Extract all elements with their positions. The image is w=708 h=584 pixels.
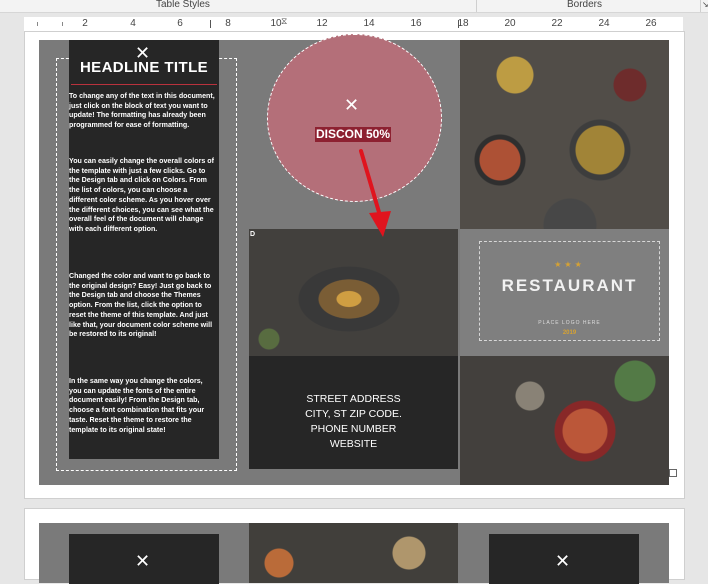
sidebar-panel[interactable]: ✕ HEADLINE TITLE To change any of the te… [69,40,219,459]
ribbon-separator [700,0,701,12]
table-resize-handle[interactable] [669,469,677,477]
ruler-number: 4 [130,18,136,29]
ribbon-separator [476,0,477,12]
star-icon: ★★★ [554,260,585,269]
website[interactable]: WEBSITE [249,437,458,452]
document-page: ✕ HEADLINE TITLE To change any of the te… [24,31,685,499]
ruler-number: 8 [225,18,231,29]
logo-year: 2019 [562,330,577,336]
ruler-number: 20 [504,18,516,29]
phone-number[interactable]: PHONE NUMBER [249,422,458,437]
ruler-number: 6 [177,18,183,29]
logo-subtitle: PLACE LOGO HERE [538,320,601,326]
ruler-number: 26 [645,18,657,29]
ruler-number: 24 [598,18,610,29]
headline-rule [71,84,217,85]
ruler-number: 22 [551,18,563,29]
document-page: ✕ ✕ [24,508,685,584]
sidebar-panel[interactable]: ✕ [69,534,219,584]
discount-label[interactable]: DISCON 50% [315,127,392,142]
spices-photo[interactable] [460,40,669,229]
ribbon-group-labels: Table Styles Borders ↘ [0,0,708,13]
restaurant-logo-text: RESTAURANT [501,276,638,295]
body-paragraph[interactable]: Changed the color and want to go back to… [69,272,215,340]
street-address[interactable]: STREET ADDRESS [249,392,458,407]
indent-marker[interactable]: ⧖ [281,17,287,26]
logo-placeholder[interactable]: ★★★ RESTAURANT PLACE LOGO HERE 2019 [479,241,660,341]
spice-spoon-photo[interactable] [460,356,669,485]
borders-group-label: Borders [567,0,603,10]
noodle-bowl-photo[interactable] [249,229,458,356]
ruler-number: 10 [270,18,282,29]
ruler-number: 14 [363,18,375,29]
red-arrow-annotation [359,149,391,237]
fork-knife-icon: ✕ [555,551,571,571]
ruler-number: 2 [82,18,88,29]
cell-letter: D [250,231,256,238]
address-block[interactable]: STREET ADDRESS CITY, ST ZIP CODE. PHONE … [249,356,458,469]
food-photo[interactable] [249,523,458,583]
ruler-number: 12 [316,18,328,29]
ruler-number: 18 [457,18,469,29]
horizontal-ruler[interactable]: 2 4 6 8 10 12 14 16 18 20 22 24 26 ⧖ [24,17,683,32]
body-paragraph[interactable]: You can easily change the overall colors… [69,157,215,235]
column-marker[interactable] [210,20,211,28]
body-paragraph[interactable]: In the same way you change the colors, y… [69,377,215,435]
dialog-launcher-icon[interactable]: ↘ [702,0,708,9]
headline-title[interactable]: HEADLINE TITLE [69,59,219,76]
city-state-zip[interactable]: CITY, ST ZIP CODE. [249,407,458,422]
logo-cell[interactable]: ★★★ RESTAURANT PLACE LOGO HERE 2019 [460,229,669,356]
column-marker[interactable] [458,20,459,28]
table-styles-group-label: Table Styles [156,0,210,10]
ruler-number: 16 [410,18,422,29]
fork-knife-icon: ✕ [135,551,151,571]
panel-dark[interactable]: ✕ [489,534,639,584]
fork-knife-icon: ✕ [344,95,360,115]
body-paragraph[interactable]: To change any of the text in this docume… [69,92,215,131]
